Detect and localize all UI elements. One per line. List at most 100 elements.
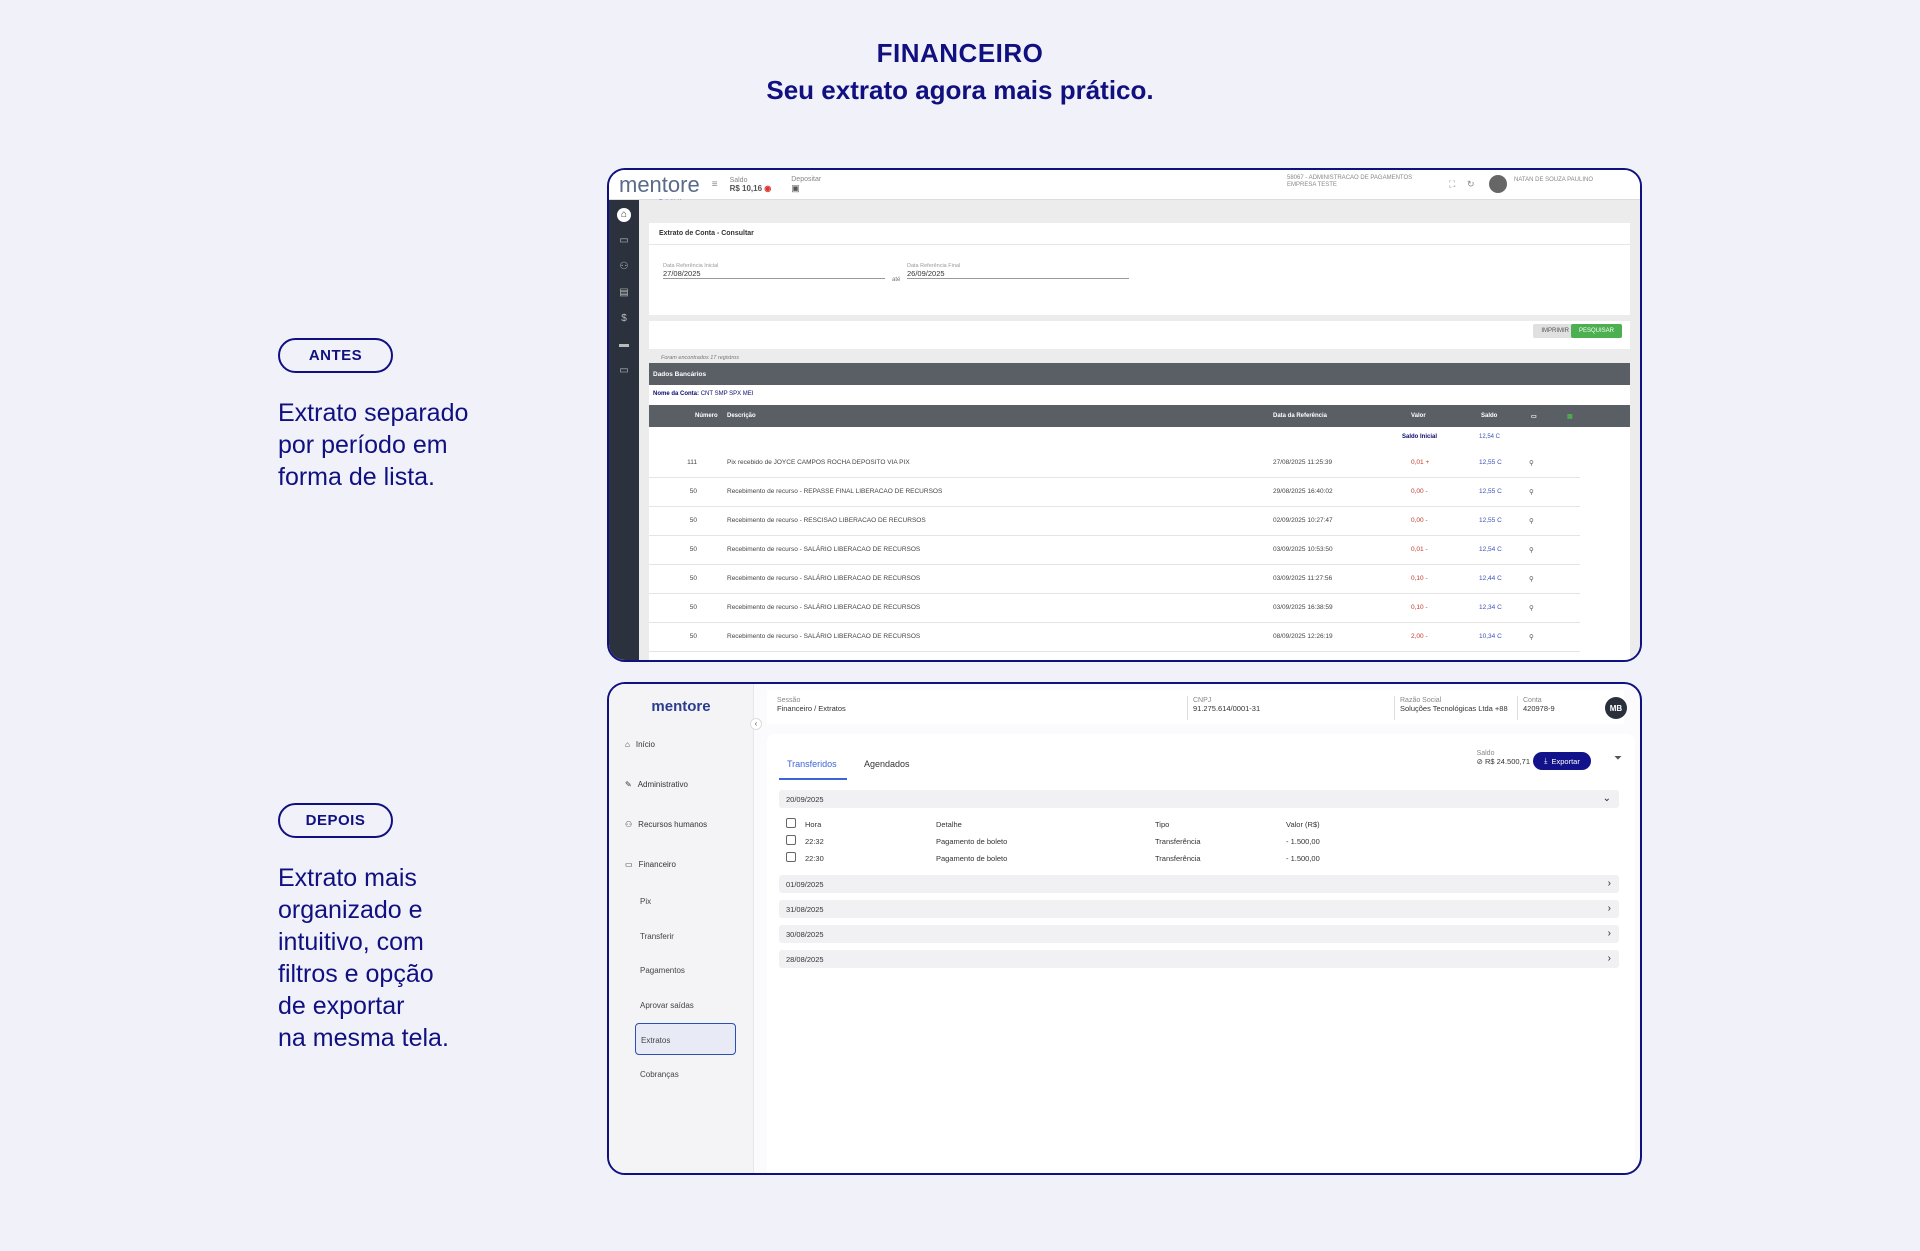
company-select[interactable]: 58067 - ADMINISTRACAO DE PAGAMENTOS EMPR… [1287, 175, 1412, 189]
table-cell: 12,54 C [1479, 546, 1502, 553]
submenu-cobrancas[interactable]: Cobranças [640, 1070, 679, 1079]
table-cell: 50 [689, 633, 697, 640]
start-date-field[interactable]: Data Referência Inicial 27/08/2025 [663, 263, 885, 279]
fullscreen-icon[interactable]: ⛶ [1449, 179, 1455, 190]
refresh-icon[interactable]: ↻ [1467, 179, 1475, 190]
download-icon: ⤓ [1544, 756, 1548, 765]
search-icon[interactable]: ⚲ [1529, 546, 1534, 554]
table-cell: 50 [689, 517, 697, 524]
table-header: Número Descrição Data da Referência Valo… [649, 405, 1630, 427]
table-cell: - 1.500,00 [1286, 854, 1320, 863]
date-group-collapsed[interactable]: 28/08/2025 › [779, 950, 1619, 968]
table-cell: Recebimento de recurso - RESCISAO LIBERA… [727, 517, 926, 524]
menu-financeiro[interactable]: ▭ Financeiro [625, 860, 676, 869]
date-group-collapsed[interactable]: 30/08/2025 › [779, 925, 1619, 943]
chevron-right-icon: › [1607, 878, 1611, 889]
submenu-extratos[interactable]: Extratos [635, 1023, 736, 1055]
old-main: Extrato de Conta - Consultar Data Referê… [639, 200, 1640, 660]
document-icon[interactable]: ▤ [617, 286, 631, 300]
search-button[interactable]: PESQUISAR [1570, 324, 1622, 338]
tab-agendados[interactable]: Agendados [864, 759, 910, 769]
table-row: 50 Recebimento de recurso - SALÁRIO LIBER… [649, 623, 1580, 652]
old-depositar[interactable]: Depositar ▣ [791, 176, 821, 194]
table-cell: Recebimento de recurso - REPASSE FINAL L… [727, 488, 943, 495]
card-title: Extrato de Conta - Consultar [649, 223, 1630, 245]
money-icon[interactable]: ▭ [617, 234, 631, 248]
row-checkbox[interactable] [786, 852, 796, 862]
submenu-aprovar-saidas[interactable]: Aprovar saídas [640, 1001, 694, 1010]
table-cell: Recebimento de recurso - SALÁRIO LIBERAC… [727, 546, 921, 553]
table-cell: 0,10 - [1411, 604, 1428, 611]
sessao-info: Sessão Financeiro / Extratos [777, 697, 846, 713]
table-cell: 22:32 [805, 837, 824, 846]
submenu-pix[interactable]: Pix [640, 897, 651, 906]
users-icon[interactable]: ⚇ [617, 260, 631, 274]
bank-header: Dados Bancários [649, 363, 1630, 385]
menu-inicio[interactable]: ⌂ Início [625, 740, 655, 749]
saldo-display: Saldo ⊘ R$ 24.500,71 [1476, 750, 1530, 766]
page-header: FINANCEIRO Seu extrato agora mais prátic… [0, 38, 1920, 106]
table-cell: 10,34 C [1479, 633, 1502, 640]
user-avatar[interactable] [1489, 175, 1507, 193]
home-icon[interactable]: ⌂ [617, 208, 631, 222]
search-icon[interactable]: ⚲ [1529, 459, 1534, 467]
table-cell: 03/09/2025 11:27:56 [1273, 575, 1333, 582]
table-cell: 22:30 [805, 854, 824, 863]
avatar[interactable]: MB [1605, 697, 1627, 719]
card-icon[interactable]: ▬ [617, 338, 631, 352]
table-cell: 50 [689, 575, 697, 582]
antes-label: ANTES [278, 338, 393, 373]
table-cell: 50 [689, 546, 697, 553]
date-group-collapsed[interactable]: 31/08/2025 › [779, 900, 1619, 918]
search-icon[interactable]: ⚲ [1529, 633, 1534, 641]
table-cell: 12,55 C [1479, 488, 1502, 495]
table-row: 50 Recebimento de recurso - RESCISAO LIBE… [649, 507, 1580, 536]
menu-icon[interactable]: ≡ [712, 179, 718, 190]
new-topbar: Sessão Financeiro / Extratos CNPJ 91.275.6… [767, 690, 1627, 724]
search-icon[interactable]: ⚲ [1529, 517, 1534, 525]
menu-administrativo[interactable]: ✎ Administrativo [625, 780, 688, 789]
deposit-icon: ▣ [791, 182, 800, 193]
menu-recursos-humanos[interactable]: ⚇ Recursos humanos [625, 820, 707, 829]
new-main: Transferidos Agendados Saldo ⊘ R$ 24.500… [767, 734, 1635, 1173]
search-icon[interactable]: ⚲ [1529, 575, 1534, 583]
table-cell: 0,10 - [1411, 575, 1428, 582]
antes-description: Extrato separado por período em forma de… [278, 399, 469, 491]
razao-info: Razão Social Soluções Tecnológicas Ltda +… [1400, 697, 1508, 713]
date-group-collapsed[interactable]: 01/09/2025 › [779, 875, 1619, 893]
tab-transferidos[interactable]: Transferidos [787, 759, 837, 769]
end-date-field[interactable]: Data Referência Final 26/09/2025 [907, 263, 1129, 279]
eye-off-icon[interactable]: ⊘ [1477, 757, 1483, 766]
table-row: 50 Recebimento de recurso - SALÁRIO LIBER… [649, 594, 1580, 623]
found-text: Foram encontrados 17 registros [661, 355, 739, 361]
search-icon[interactable]: ⚲ [1529, 488, 1534, 496]
depois-label: DEPOIS [278, 803, 393, 838]
row-checkbox[interactable] [786, 835, 796, 845]
select-all-checkbox[interactable] [786, 818, 796, 828]
table-cell: 12,34 C [1479, 604, 1502, 611]
table-cell: 50 [689, 604, 697, 611]
old-topbar: mentoreBANK ≡ Saldo R$ 10,16 ◉ Depositar… [609, 170, 1640, 206]
table-cell: 02/09/2025 10:27:47 [1273, 517, 1333, 524]
old-table: Dados Bancários Nome da Conta: CNT SMP S… [649, 363, 1630, 660]
export-button[interactable]: ⤓ Exportar [1533, 752, 1591, 770]
dollar-icon[interactable]: $ [617, 312, 631, 326]
table-cell: Pagamento de boleto [936, 837, 1008, 846]
laptop-icon[interactable]: ▭ [617, 364, 631, 378]
table-cell: Recebimento de recurso - SALÁRIO LIBERAC… [727, 575, 921, 582]
date-group-open[interactable]: 20/09/2025 ⌄ [779, 790, 1619, 808]
submenu-pagamentos[interactable]: Pagamentos [640, 966, 685, 975]
eye-icon[interactable]: ◉ [764, 184, 771, 193]
old-sidebar: ⌂ ▭ ⚇ ▤ $ ▬ ▭ [609, 200, 639, 660]
table-cell: Transferência [1155, 854, 1201, 863]
user-name: NATAN DE SOUZA PAULINO [1514, 177, 1594, 183]
filter-icon[interactable]: ⏷ [1614, 753, 1622, 764]
collapse-sidebar-icon[interactable]: ‹ [750, 718, 762, 730]
table-cell: 0,00 - [1411, 488, 1428, 495]
excel-icon[interactable]: ▦ [1567, 413, 1573, 420]
table-cell: Recebimento de recurso - SALÁRIO LIBERAC… [727, 633, 921, 640]
search-icon[interactable]: ⚲ [1529, 604, 1534, 612]
submenu-transferir[interactable]: Transferir [640, 932, 674, 941]
col-tipo: Tipo [1155, 820, 1170, 829]
folder-icon[interactable]: ▭ [1531, 413, 1537, 420]
